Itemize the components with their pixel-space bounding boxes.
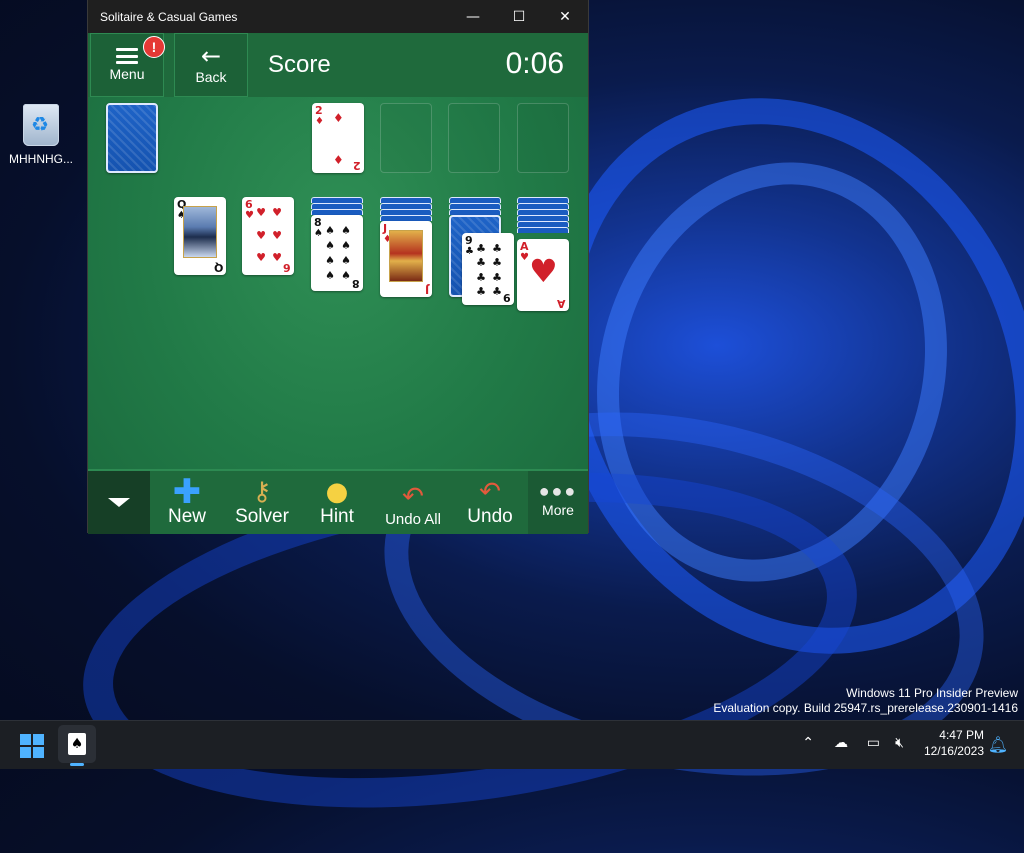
undo-all-icon: ↶: [402, 482, 424, 512]
heart-icon: ♥: [529, 252, 558, 290]
network-icon[interactable]: ▭: [867, 735, 880, 751]
diamond-icon: ♦: [333, 111, 344, 125]
tableau-card-nine-clubs[interactable]: 9 ♣ ♣ ♣ ♣ ♣ ♣ ♣ ♣ ♣ 9: [462, 233, 514, 305]
spade-pips-icon: ♠ ♠ ♠ ♠ ♠ ♠ ♠ ♠: [325, 224, 351, 282]
lightbulb-icon: ●: [325, 477, 349, 507]
solver-button[interactable]: ⚷ Solver: [224, 471, 300, 534]
wallpaper-bloom: [550, 122, 994, 622]
menu-button[interactable]: Menu !: [90, 33, 165, 97]
tableau-card-queen-spades[interactable]: Q ♠ Q: [174, 197, 226, 275]
card-rank: 6 ♥: [245, 198, 254, 221]
card-rank-bottom: 6: [283, 261, 291, 274]
undo-label: Undo: [467, 506, 513, 527]
card-rank-bottom: 2: [353, 159, 361, 172]
card-rank: 8 ♠: [314, 216, 323, 239]
new-label: New: [167, 506, 206, 527]
foundation-slot[interactable]: [448, 103, 500, 173]
game-toolbar: ✚ New ⚷ Solver ● Hint ↶ Undo All ↶ Undo …: [88, 469, 588, 534]
diamond-icon: ♦: [333, 153, 344, 167]
waste-card[interactable]: 2 ♦ ♦ ♦ 2: [312, 103, 364, 173]
clock-date: 12/16/2023: [923, 744, 984, 758]
tableau-card-six-hearts[interactable]: 6 ♥ ♥ ♥ ♥ ♥ ♥ ♥ 6: [242, 197, 294, 275]
plus-icon: ✚: [172, 472, 202, 512]
card-rank: A ♥: [520, 240, 529, 263]
window-title: Solitaire & Casual Games: [100, 9, 238, 24]
active-app-indicator: [70, 763, 84, 766]
heart-pips-icon: ♥ ♥ ♥ ♥ ♥ ♥: [256, 206, 282, 264]
back-button[interactable]: ← Back: [174, 33, 248, 97]
minimize-button[interactable]: —: [450, 0, 496, 33]
more-label: More: [542, 502, 574, 518]
tableau-card-ace-hearts[interactable]: A ♥ ♥ A: [517, 239, 569, 311]
taskbar-clock[interactable]: 4:47 PM 12/16/2023: [924, 727, 984, 759]
card-rank-bottom: 9: [503, 291, 511, 304]
game-area: Menu ! ← Back Score 0:06 2 ♦ ♦ ♦ 2 Q ♠ Q…: [88, 33, 588, 534]
club-pips-icon: ♣ ♣ ♣ ♣ ♣ ♣ ♣ ♣: [476, 242, 502, 298]
card-rank: 9 ♣: [465, 234, 474, 257]
jack-face-icon: [389, 230, 423, 282]
card-rank: 2 ♦: [315, 104, 324, 127]
taskbar: ♠ ⌃ ☁ ▭ 🔇︎ 4:47 PM 12/16/2023 🔔︎: [0, 720, 1024, 769]
undo-button[interactable]: ↶ Undo: [452, 471, 528, 534]
hamburger-icon: [116, 48, 138, 64]
volume-muted-icon[interactable]: 🔇︎: [895, 735, 904, 751]
recycle-bin-icon: [23, 104, 59, 146]
stock-pile[interactable]: [106, 103, 158, 173]
alert-badge-icon: !: [143, 36, 165, 58]
tableau-card-jack-diamonds[interactable]: J ♦ J: [380, 221, 432, 297]
foundation-slot[interactable]: [380, 103, 432, 173]
watermark-line1: Windows 11 Pro Insider Preview: [846, 686, 1018, 700]
game-topbar: Menu ! ← Back Score 0:06: [88, 33, 588, 97]
queen-face-icon: [183, 206, 217, 258]
hint-label: Hint: [320, 506, 354, 527]
solitaire-window: Solitaire & Casual Games — ☐ ✕ Menu ! ← …: [88, 0, 588, 534]
desktop-icon-label: MHHNHG...: [9, 152, 73, 166]
new-game-button[interactable]: ✚ New: [150, 471, 224, 534]
windows-start-icon[interactable]: [20, 734, 44, 758]
desktop-icon-recycle-bin[interactable]: MHHNHG...: [6, 104, 76, 166]
score-label: Score: [268, 51, 331, 78]
solitaire-card-icon: ♠: [68, 733, 86, 755]
windows-watermark: Windows 11 Pro Insider Preview Evaluatio…: [713, 686, 1018, 716]
foundation-slot[interactable]: [517, 103, 569, 173]
chevron-down-icon: [108, 498, 130, 507]
tableau-card-eight-spades[interactable]: 8 ♠ ♠ ♠ ♠ ♠ ♠ ♠ ♠ ♠ 8: [311, 215, 363, 291]
card-rank-bottom: J: [424, 283, 429, 296]
back-label: Back: [195, 69, 227, 85]
card-rank-bottom: A: [557, 297, 566, 310]
undo-icon: ↶: [479, 477, 501, 507]
facedown-card: [517, 227, 569, 233]
key-icon: ⚷: [252, 477, 272, 507]
cloud-offline-icon[interactable]: ☁: [834, 735, 848, 751]
chevron-up-icon[interactable]: ⌃: [802, 735, 814, 751]
window-titlebar[interactable]: Solitaire & Casual Games — ☐ ✕: [88, 0, 588, 33]
more-dots-icon: ●●●: [538, 481, 578, 501]
clock-time: 4:47 PM: [939, 728, 984, 742]
card-rank-bottom: Q: [213, 261, 223, 274]
hint-button[interactable]: ● Hint: [300, 471, 374, 534]
notification-bell-icon[interactable]: 🔔︎: [988, 735, 1008, 754]
card-rank-bottom: 8: [352, 277, 360, 290]
game-timer: 0:06: [505, 47, 564, 80]
more-button[interactable]: ●●● More: [528, 471, 588, 534]
watermark-line2: Evaluation copy. Build 25947.rs_prerelea…: [713, 701, 1018, 715]
solver-label: Solver: [235, 506, 289, 527]
menu-label: Menu: [109, 66, 145, 82]
maximize-button[interactable]: ☐: [496, 0, 542, 33]
close-button[interactable]: ✕: [542, 0, 588, 33]
undo-all-label: Undo All: [385, 511, 441, 528]
taskbar-solitaire-app[interactable]: ♠: [58, 725, 96, 763]
collapse-toolbar-button[interactable]: [88, 471, 150, 534]
undo-all-button[interactable]: ↶ Undo All: [374, 471, 452, 534]
arrow-left-icon: ←: [200, 42, 222, 70]
